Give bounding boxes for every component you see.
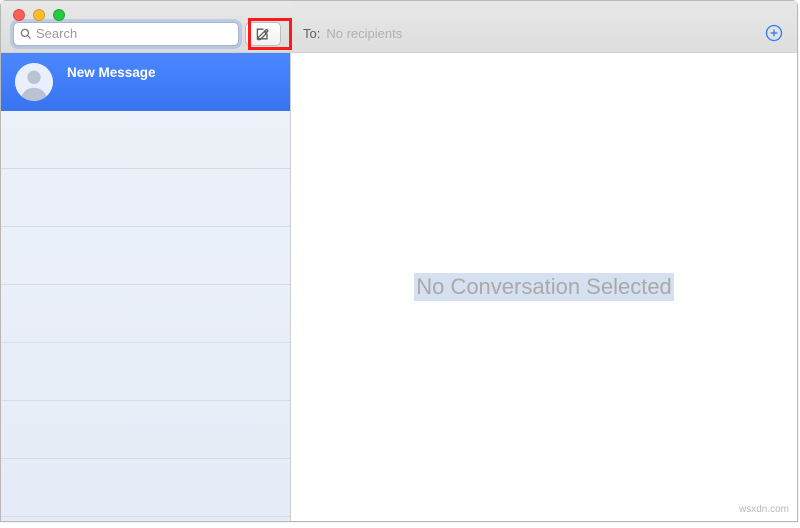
list-item xyxy=(1,343,290,401)
watermark: wsxdn.com xyxy=(739,504,789,515)
conversation-sidebar: New Message xyxy=(1,53,291,521)
window-controls xyxy=(13,9,65,21)
list-item xyxy=(1,285,290,343)
search-icon xyxy=(20,28,32,40)
list-item xyxy=(1,227,290,285)
minimize-window-button[interactable] xyxy=(33,9,45,21)
list-item xyxy=(1,401,290,459)
plus-circle-icon xyxy=(764,23,784,43)
conversation-item[interactable]: New Message xyxy=(1,53,290,111)
main-content: No Conversation Selected xyxy=(291,53,797,521)
add-recipient-button[interactable] xyxy=(763,22,785,44)
compose-button[interactable] xyxy=(245,22,281,46)
to-label: To: xyxy=(303,26,320,41)
to-field[interactable]: To: No recipients xyxy=(303,26,402,41)
to-placeholder: No recipients xyxy=(326,26,402,41)
compose-icon xyxy=(255,26,271,42)
conversation-title: New Message xyxy=(67,63,156,80)
zoom-window-button[interactable] xyxy=(53,9,65,21)
close-window-button[interactable] xyxy=(13,9,25,21)
messages-window: To: No recipients xyxy=(0,0,798,522)
list-item xyxy=(1,459,290,517)
titlebar: To: No recipients xyxy=(1,1,797,53)
main-header: To: No recipients xyxy=(291,1,797,53)
avatar-silhouette-icon xyxy=(15,63,53,101)
avatar xyxy=(15,63,53,101)
window-body: New Message No Conversation Selected xyxy=(1,53,797,521)
main-panel: No Conversation Selected xyxy=(291,53,797,521)
list-item xyxy=(1,169,290,227)
empty-state-text: No Conversation Selected xyxy=(414,273,674,301)
list-item xyxy=(1,111,290,169)
search-field[interactable] xyxy=(13,22,239,46)
search-input[interactable] xyxy=(36,26,232,41)
